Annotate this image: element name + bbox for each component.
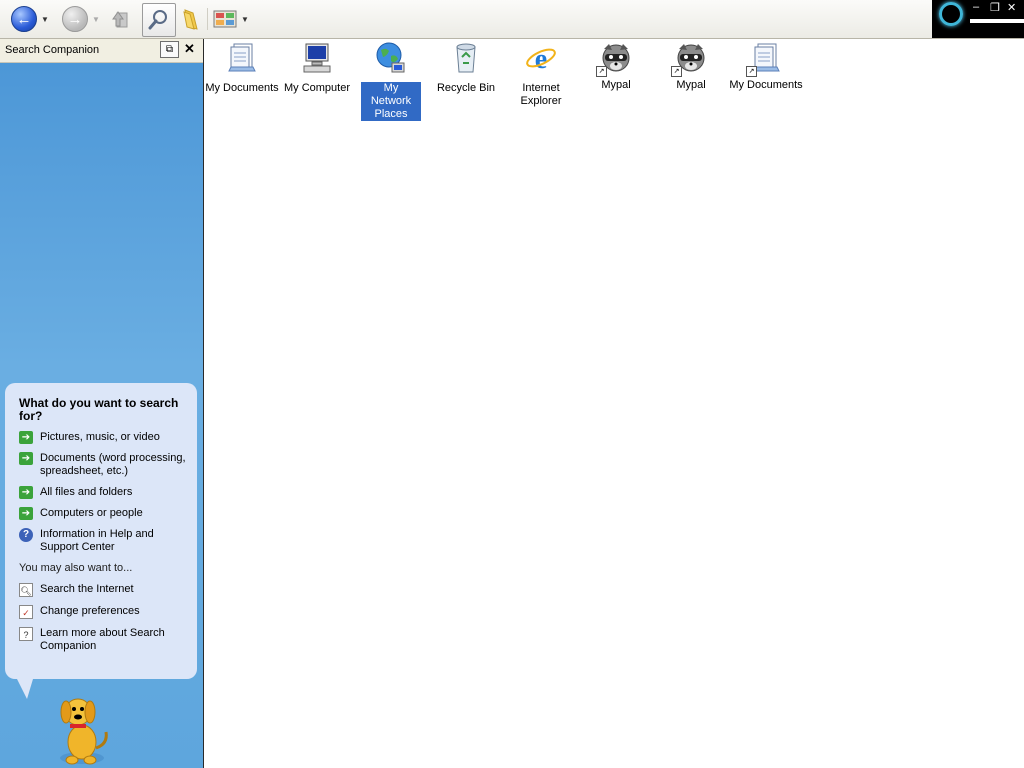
shortcut-arrow-icon: ↗	[746, 66, 757, 77]
pane-title: Search Companion	[5, 44, 100, 56]
shortcut-arrow-icon: ↗	[596, 66, 607, 77]
link-learn-more[interactable]: ? Learn more about Search Companion	[19, 627, 187, 653]
search-companion-pane: Search Companion ⧉ ✕ What do you want to…	[0, 39, 204, 768]
desktop-area: My Documents My Computer My Network Plac…	[204, 39, 1024, 768]
option-pictures[interactable]: ➔ Pictures, music, or video	[19, 431, 187, 444]
search-button[interactable]	[142, 3, 176, 37]
help-question-icon: ?	[19, 627, 33, 641]
forward-arrow-icon: →	[62, 6, 89, 32]
desktop-icon-recycle-bin[interactable]: Recycle Bin	[428, 39, 504, 95]
link-change-preferences[interactable]: ✓ Change preferences	[19, 605, 187, 619]
search-magnifier-icon	[148, 10, 167, 30]
green-arrow-icon: ➔	[19, 507, 33, 520]
restore-button[interactable]: ❐	[990, 1, 1000, 14]
icon-label: Internet Explorer	[520, 82, 562, 107]
folders-icon	[183, 9, 198, 30]
search-question: What do you want to search for?	[19, 396, 179, 423]
icon-label: My Network Places	[361, 82, 421, 121]
up-folder-icon	[112, 11, 128, 28]
desktop-icon-my-documents[interactable]: My Documents	[204, 39, 280, 95]
icon-label: Mypal	[676, 79, 706, 91]
views-icon	[213, 10, 237, 28]
option-label[interactable]: Computers or people	[40, 507, 187, 520]
option-help[interactable]: ? Information in Help and Support Center	[19, 528, 187, 554]
preferences-icon: ✓	[19, 605, 33, 619]
icon-label: My Computer	[283, 82, 351, 94]
up-button[interactable]	[107, 3, 133, 35]
back-arrow-icon: ←	[11, 6, 38, 32]
back-dropdown-icon[interactable]: ▼	[41, 15, 49, 24]
desktop-icon-my-network-places[interactable]: My Network Places	[353, 39, 429, 121]
toolbar: ← ▼ → ▼ ▼ – ❐ ✕	[0, 0, 1024, 39]
icon-label: My Documents	[205, 82, 279, 94]
option-label[interactable]: Documents (word processing, spreadsheet,…	[40, 452, 187, 478]
internet-explorer-icon: e	[526, 44, 556, 75]
link-search-internet[interactable]: 🔍︎ Search the Internet	[19, 583, 187, 597]
also-heading: You may also want to...	[19, 562, 133, 574]
search-dog-icon[interactable]	[52, 692, 112, 767]
back-button[interactable]: ← ▼	[6, 3, 54, 35]
internet-search-icon: 🔍︎	[19, 583, 33, 597]
documents-icon	[228, 43, 256, 72]
views-button[interactable]: ▼	[212, 3, 250, 35]
link-label[interactable]: Search the Internet	[40, 583, 187, 596]
documents-icon: ↗	[746, 41, 783, 77]
desktop-icon-mypal-1[interactable]: ↗ Mypal	[578, 39, 654, 92]
folders-button[interactable]	[178, 3, 204, 35]
green-arrow-icon: ➔	[19, 431, 33, 444]
search-bubble: What do you want to search for? ➔ Pictur…	[5, 383, 197, 679]
close-window-button[interactable]: ✕	[1007, 1, 1016, 14]
help-icon: ?	[19, 528, 33, 542]
minimize-button[interactable]: –	[973, 1, 979, 13]
brand-ring-icon	[939, 2, 963, 26]
brand-logo-area: – ❐ ✕	[932, 0, 1024, 38]
computer-icon	[303, 43, 331, 73]
pin-button[interactable]: ⧉	[160, 41, 179, 58]
mypal-raccoon-icon: ↗	[596, 41, 633, 77]
green-arrow-icon: ➔	[19, 486, 33, 499]
recycle-bin-icon	[456, 43, 476, 73]
views-dropdown-icon[interactable]: ▼	[241, 15, 249, 24]
brand-bar	[970, 19, 1024, 23]
toolbar-separator	[207, 8, 208, 30]
option-computers[interactable]: ➔ Computers or people	[19, 507, 187, 520]
mypal-raccoon-icon: ↗	[671, 41, 708, 77]
option-all-files[interactable]: ➔ All files and folders	[19, 486, 187, 499]
option-label[interactable]: Information in Help and Support Center	[40, 528, 187, 554]
pane-header: Search Companion ⧉ ✕	[0, 39, 203, 63]
option-documents[interactable]: ➔ Documents (word processing, spreadshee…	[19, 452, 187, 478]
option-label[interactable]: Pictures, music, or video	[40, 431, 187, 444]
icon-label: Recycle Bin	[436, 82, 496, 94]
bubble-tail	[17, 679, 33, 699]
option-label[interactable]: All files and folders	[40, 486, 187, 499]
icon-label: My Documents	[729, 79, 803, 91]
desktop-icon-internet-explorer[interactable]: e Internet Explorer	[503, 39, 579, 108]
green-arrow-icon: ➔	[19, 452, 33, 465]
network-globe-icon	[376, 42, 405, 73]
pane-close-button[interactable]: ✕	[184, 41, 195, 57]
forward-dropdown-icon[interactable]: ▼	[92, 15, 100, 24]
desktop-icon-mypal-2[interactable]: ↗ Mypal	[653, 39, 729, 92]
forward-button[interactable]: → ▼	[58, 3, 104, 35]
svg-text:e: e	[535, 44, 547, 75]
icon-label: Mypal	[601, 79, 631, 91]
desktop-icon-my-documents-shortcut[interactable]: ↗ My Documents	[728, 39, 804, 92]
link-label[interactable]: Learn more about Search Companion	[40, 627, 187, 653]
desktop-icon-my-computer[interactable]: My Computer	[279, 39, 355, 95]
shortcut-arrow-icon: ↗	[671, 66, 682, 77]
link-label[interactable]: Change preferences	[40, 605, 187, 618]
